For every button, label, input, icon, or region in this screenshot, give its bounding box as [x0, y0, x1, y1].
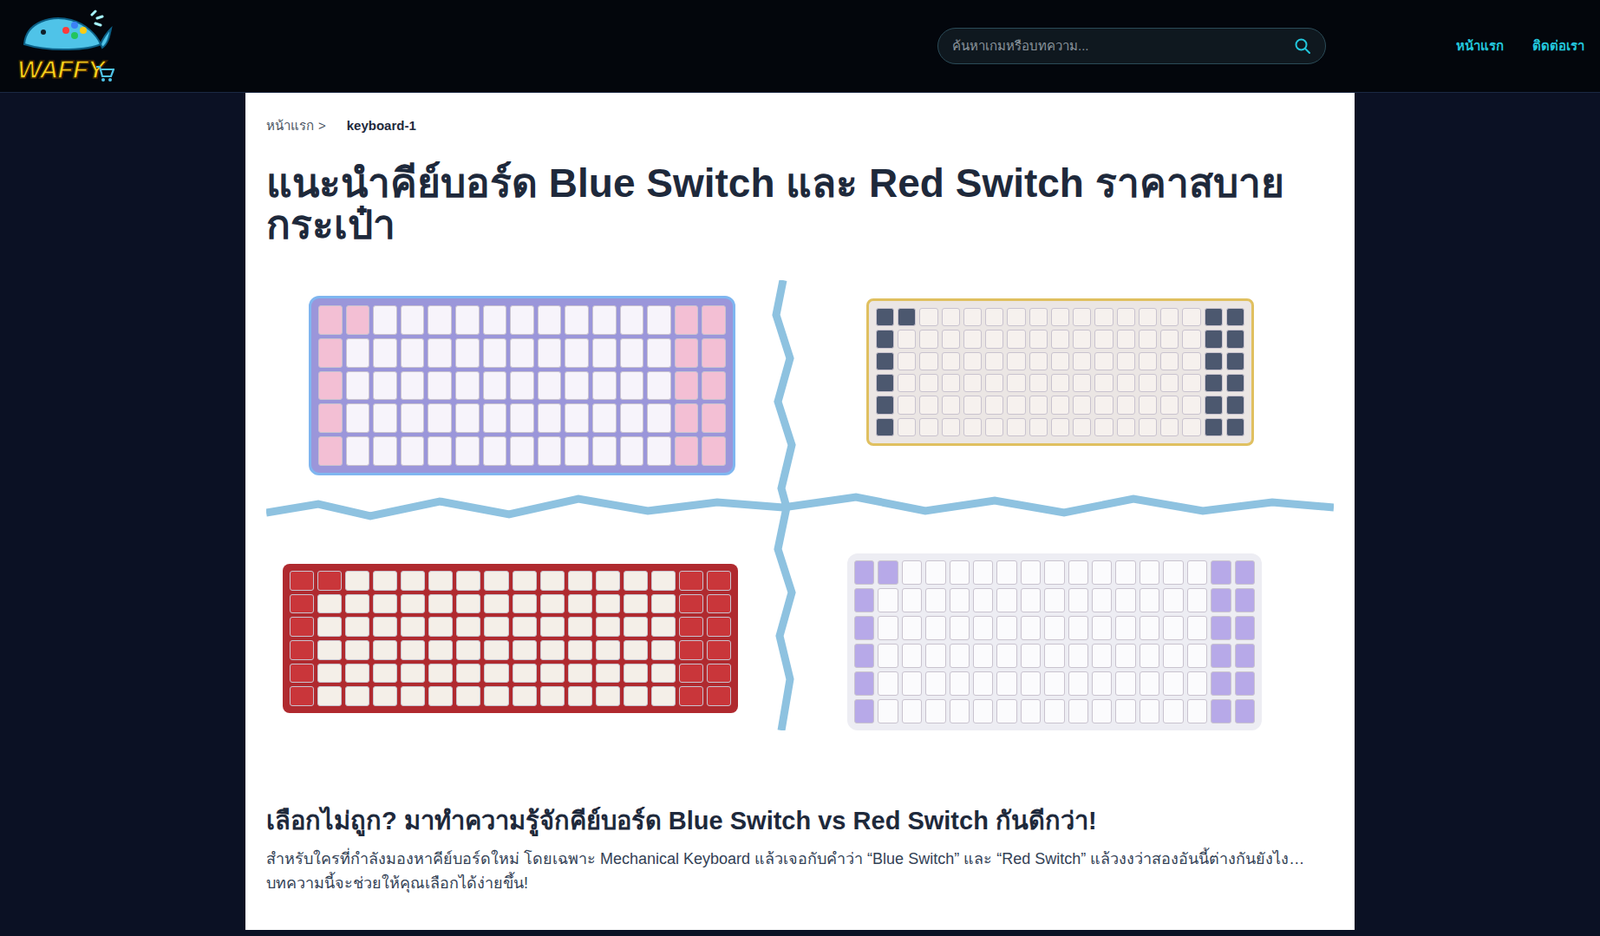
keyboard-photo	[282, 563, 738, 713]
article-card: หน้าแรก> keyboard-1 แนะนำคีย์บอร์ด Blue S…	[245, 92, 1355, 930]
intro-paragraph: สำหรับใครที่กำลังมองหาคีย์บอร์ดใหม่ โดยเ…	[266, 846, 1334, 895]
keyboard-photo	[308, 295, 736, 476]
search-icon[interactable]	[1293, 37, 1312, 55]
search-input[interactable]	[952, 36, 1287, 57]
torn-divider	[266, 280, 1334, 731]
site-header: WAFFY หน้าแรก ติดต่อเรา	[0, 0, 1600, 93]
search-box[interactable]	[937, 27, 1326, 65]
logo[interactable]: WAFFY	[8, 6, 113, 86]
article-image	[266, 280, 1334, 731]
breadcrumb-item[interactable]: หน้าแรก	[266, 117, 314, 135]
section-heading: เลือกไม่ถูก? มาทำความรู้จักคีย์บอร์ด Blu…	[266, 804, 1334, 836]
keyboard-photo	[866, 298, 1254, 446]
logo-text: WAFFY	[17, 54, 105, 85]
article-title: แนะนำคีย์บอร์ด Blue Switch และ Red Switc…	[266, 162, 1334, 246]
cart-icon	[95, 65, 115, 83]
breadcrumb-separator: >	[318, 117, 327, 135]
breadcrumb: หน้าแรก> keyboard-1	[266, 117, 1334, 135]
nav-link[interactable]: หน้าแรก	[1456, 36, 1504, 57]
nav-link[interactable]: ติดต่อเรา	[1532, 36, 1585, 57]
main-nav: หน้าแรก ติดต่อเรา	[1456, 36, 1592, 57]
breadcrumb-item: keyboard-1	[346, 117, 417, 135]
keyboard-photo	[847, 553, 1262, 731]
